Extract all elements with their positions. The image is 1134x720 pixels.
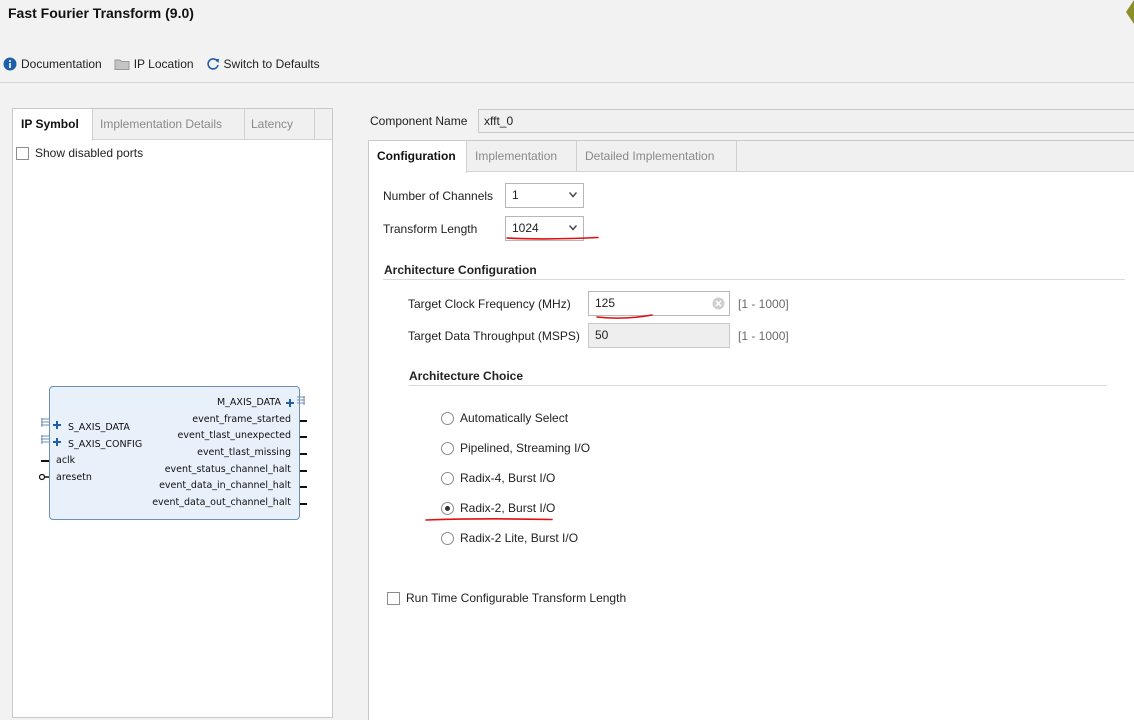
radio-label: Radix-4, Burst I/O <box>460 471 556 485</box>
radio-radix2-lite-burst[interactable]: Radix-2 Lite, Burst I/O <box>441 531 578 545</box>
bus-icon <box>297 396 305 405</box>
left-panel: IP Symbol Implementation Details Latency… <box>12 108 333 718</box>
tab-latency[interactable]: Latency <box>245 109 315 140</box>
tab-configuration[interactable]: Configuration <box>369 141 467 173</box>
component-name-input[interactable]: xfft_0 <box>478 109 1134 133</box>
radio-label: Radix-2, Burst I/O <box>460 501 556 515</box>
show-disabled-checkbox[interactable] <box>16 146 29 160</box>
annotation-underline <box>596 314 653 319</box>
component-name-label: Component Name <box>370 114 468 128</box>
expand-plus-icon[interactable] <box>52 437 62 447</box>
port-event-data-out-channel-halt: event_data_out_channel_halt <box>152 497 291 508</box>
channels-label: Number of Channels <box>383 189 494 203</box>
radio-button[interactable] <box>441 441 454 455</box>
arch-config-separator <box>383 279 1125 280</box>
radio-button[interactable] <box>441 471 454 485</box>
pin-line <box>300 470 307 472</box>
tab-detailed-implementation[interactable]: Detailed Implementation <box>577 141 737 172</box>
runtime-config-label: Run Time Configurable Transform Length <box>406 591 627 605</box>
pin-line <box>300 453 307 455</box>
switch-defaults-button[interactable]: Switch to Defaults <box>206 57 320 71</box>
pin-line <box>300 420 307 422</box>
radio-radix2-burst[interactable]: Radix-2, Burst I/O <box>441 501 555 515</box>
show-disabled-ports[interactable]: Show disabled ports <box>16 146 143 160</box>
right-tabbar: Configuration Implementation Detailed Im… <box>369 141 1134 173</box>
port-m-axis-data: M_AXIS_DATA <box>216 397 281 408</box>
port-event-status-channel-halt: event_status_channel_halt <box>164 464 291 475</box>
radio-label: Automatically Select <box>460 411 569 425</box>
annotation-underline <box>506 236 599 240</box>
expand-plus-icon[interactable] <box>285 398 295 408</box>
arch-config-title: Architecture Configuration <box>384 263 537 277</box>
radio-label: Radix-2 Lite, Burst I/O <box>460 531 579 545</box>
port-event-tlast-unexpected: event_tlast_unexpected <box>177 430 291 441</box>
chevron-down-icon <box>569 192 577 198</box>
tab-ip-symbol[interactable]: IP Symbol <box>13 109 93 141</box>
folder-icon <box>114 59 130 70</box>
radio-pipelined-streaming[interactable]: Pipelined, Streaming I/O <box>441 441 590 455</box>
radio-automatically-select[interactable]: Automatically Select <box>441 411 568 425</box>
throughput-label: Target Data Throughput (MSPS) <box>408 329 580 343</box>
radio-radix4-burst[interactable]: Radix-4, Burst I/O <box>441 471 555 485</box>
runtime-config-checkbox[interactable] <box>387 591 400 605</box>
port-event-tlast-missing: event_tlast_missing <box>197 447 291 458</box>
radio-label: Pipelined, Streaming I/O <box>460 441 591 455</box>
toolbar: Documentation IP Location Switch to Defa… <box>3 56 332 72</box>
ip-location-button[interactable]: IP Location <box>114 57 194 71</box>
throughput-value: 50 <box>595 328 609 342</box>
arch-choice-separator <box>409 385 1107 386</box>
right-panel: Configuration Implementation Detailed Im… <box>368 140 1134 720</box>
port-event-frame-started: event_frame_started <box>192 414 291 425</box>
channels-select[interactable]: 1 <box>505 183 584 208</box>
radio-button-selected[interactable] <box>441 501 454 515</box>
port-event-data-in-channel-halt: event_data_in_channel_halt <box>159 480 291 491</box>
transform-length-label: Transform Length <box>383 222 478 236</box>
show-disabled-label: Show disabled ports <box>35 146 144 160</box>
active-low-pin-icon <box>39 473 49 481</box>
left-tabbar: IP Symbol Implementation Details Latency <box>13 109 332 141</box>
annotation-underline <box>425 518 553 521</box>
tab-implementation-details[interactable]: Implementation Details <box>93 109 245 140</box>
port-aclk: aclk <box>56 455 76 466</box>
throughput-input: 50 <box>588 323 730 348</box>
aclk-pin <box>41 460 49 462</box>
pin-line <box>300 486 307 488</box>
bus-icon <box>41 435 49 444</box>
refresh-icon <box>206 58 219 70</box>
clear-icon[interactable] <box>712 297 725 310</box>
bus-icon <box>41 418 49 427</box>
tab-implementation[interactable]: Implementation <box>467 141 577 172</box>
radio-button[interactable] <box>441 411 454 425</box>
info-icon <box>3 57 17 71</box>
pin-line <box>300 503 307 505</box>
radio-button[interactable] <box>441 531 454 545</box>
window-title: Fast Fourier Transform (9.0) <box>8 5 194 21</box>
documentation-button[interactable]: Documentation <box>3 57 102 71</box>
documentation-label: Documentation <box>21 57 102 71</box>
switch-defaults-label: Switch to Defaults <box>223 57 320 71</box>
corner-logo-icon <box>1126 0 1134 24</box>
channels-value: 1 <box>512 188 519 202</box>
arch-choice-title: Architecture Choice <box>409 369 524 383</box>
port-aresetn: aresetn <box>56 472 92 483</box>
clock-range: [1 - 1000] <box>738 297 789 311</box>
clock-value: 125 <box>595 296 616 310</box>
header-divider <box>0 82 1134 83</box>
clock-label: Target Clock Frequency (MHz) <box>408 297 571 311</box>
ip-location-label: IP Location <box>133 57 194 71</box>
pin-line <box>300 436 307 438</box>
expand-plus-icon[interactable] <box>52 420 62 430</box>
runtime-config-option[interactable]: Run Time Configurable Transform Length <box>387 591 626 605</box>
chevron-down-icon <box>569 225 577 231</box>
transform-length-value: 1024 <box>512 221 539 235</box>
throughput-range: [1 - 1000] <box>738 329 789 343</box>
